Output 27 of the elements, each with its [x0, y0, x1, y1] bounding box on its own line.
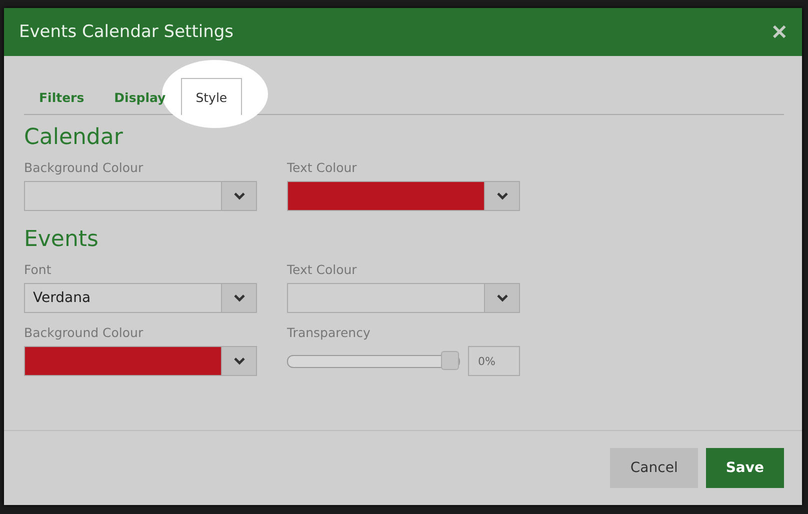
field-label: Text Colour — [287, 160, 358, 175]
color-picker[interactable] — [287, 283, 520, 313]
font-dropdown[interactable]: Verdana — [24, 283, 257, 313]
transparency-value: 0% — [468, 346, 520, 376]
section-title: Calendar — [24, 125, 124, 150]
chevron-down-icon — [234, 294, 244, 302]
field-label: Transparency — [287, 325, 372, 340]
cancel-button[interactable]: Cancel — [610, 448, 698, 488]
close-button[interactable]: ✕ — [771, 20, 788, 44]
chevron-down-icon — [496, 192, 508, 200]
field-label: Background Colour — [24, 160, 144, 175]
color-picker[interactable] — [24, 346, 257, 376]
tab[interactable]: Display — [99, 78, 181, 115]
dialog-title: Events Calendar Settings — [19, 22, 234, 42]
color-picker[interactable] — [287, 181, 520, 211]
field-label: Text Colour — [287, 262, 358, 277]
field-label: Font — [24, 262, 52, 277]
chevron-down-icon — [234, 192, 244, 200]
field-label: Background Colour — [24, 325, 144, 340]
save-button[interactable]: Save — [706, 448, 784, 488]
chevron-down-icon — [496, 294, 508, 302]
tab[interactable]: Style — [180, 78, 242, 115]
tab[interactable]: Filters — [24, 78, 100, 115]
chevron-down-icon — [234, 357, 244, 365]
slider-thumb[interactable] — [441, 350, 459, 370]
color-picker[interactable] — [24, 181, 257, 211]
section-title: Events — [24, 227, 100, 252]
